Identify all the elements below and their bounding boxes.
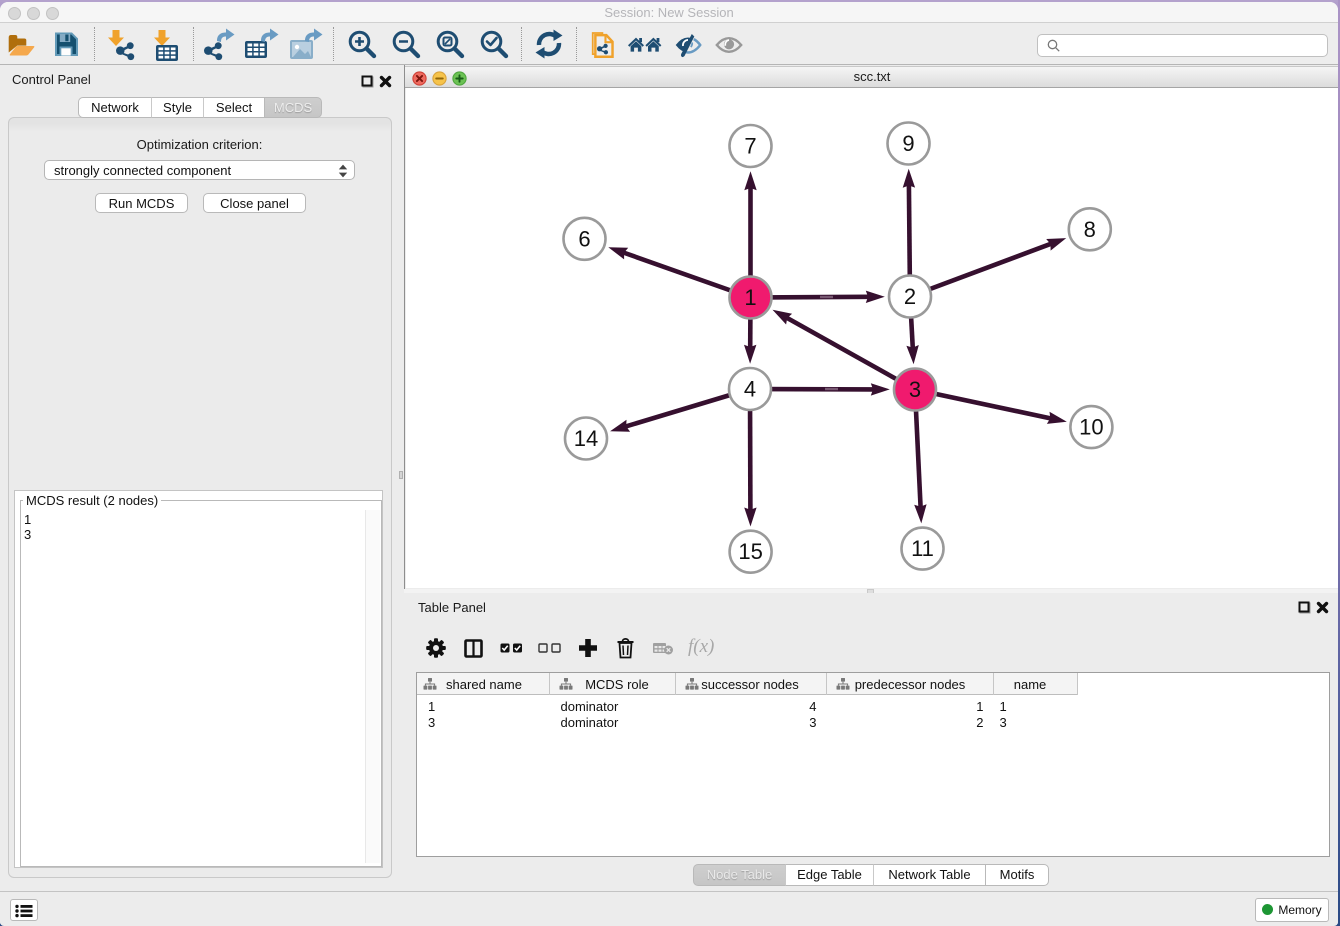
svg-text:3: 3 [909,377,921,402]
svg-text:14: 14 [574,426,598,451]
svg-text:8: 8 [1084,217,1096,242]
svg-text:6: 6 [578,226,590,251]
svg-text:4: 4 [744,377,756,402]
svg-text:11: 11 [911,536,934,561]
svg-text:2: 2 [904,284,916,309]
svg-text:9: 9 [902,131,914,156]
svg-text:10: 10 [1079,415,1103,440]
svg-text:7: 7 [744,134,756,159]
svg-text:15: 15 [738,539,762,564]
svg-text:1: 1 [744,285,756,310]
